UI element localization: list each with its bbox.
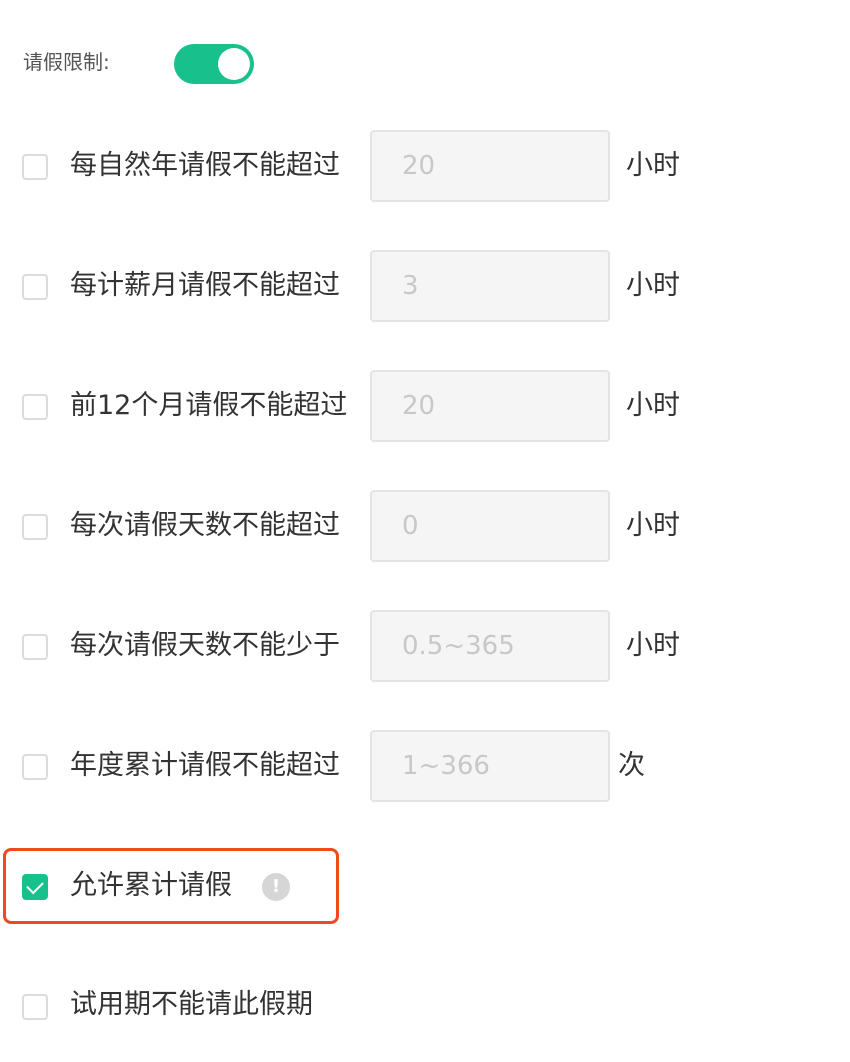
max-days-input[interactable] [370, 490, 610, 562]
probation-checkbox[interactable] [22, 994, 48, 1020]
pay-month-label: 每计薪月请假不能超过 [70, 270, 340, 301]
prev-12-months-unit: 小时 [626, 390, 680, 421]
natural-year-unit: 小时 [626, 150, 680, 181]
limit-row-min-days-per-request: 每次请假天数不能少于 小时 [0, 610, 850, 682]
limit-row-max-days-per-request: 每次请假天数不能超过 小时 [0, 490, 850, 562]
toggle-knob [218, 48, 250, 80]
max-days-unit: 小时 [626, 510, 680, 541]
limit-row-natural-year: 每自然年请假不能超过 小时 [0, 130, 850, 202]
min-days-label: 每次请假天数不能少于 [70, 630, 340, 661]
annual-count-checkbox[interactable] [22, 754, 48, 780]
min-days-unit: 小时 [626, 630, 680, 661]
annual-count-input[interactable] [370, 730, 610, 802]
probation-label: 试用期不能请此假期 [70, 989, 313, 1020]
leave-limit-toggle[interactable] [174, 44, 254, 84]
natural-year-label: 每自然年请假不能超过 [70, 150, 340, 181]
prev-12-months-label: 前12个月请假不能超过 [70, 390, 348, 421]
allow-cumulative-label: 允许累计请假 [70, 870, 232, 901]
prev-12-months-hours-input[interactable] [370, 370, 610, 442]
limit-row-prev-12-months: 前12个月请假不能超过 小时 [0, 370, 850, 442]
min-days-input[interactable] [370, 610, 610, 682]
exclamation-circle-icon[interactable]: ! [262, 873, 290, 901]
allow-cumulative-checkbox[interactable] [22, 874, 48, 900]
max-days-label: 每次请假天数不能超过 [70, 510, 340, 541]
natural-year-hours-input[interactable] [370, 130, 610, 202]
limit-row-annual-count: 年度累计请假不能超过 次 [0, 730, 850, 802]
max-days-checkbox[interactable] [22, 514, 48, 540]
leave-limit-label: 请假限制: [23, 50, 110, 74]
annual-count-label: 年度累计请假不能超过 [70, 750, 340, 781]
prev-12-months-checkbox[interactable] [22, 394, 48, 420]
pay-month-hours-input[interactable] [370, 250, 610, 322]
pay-month-checkbox[interactable] [22, 274, 48, 300]
check-icon [26, 876, 44, 895]
limit-row-pay-month: 每计薪月请假不能超过 小时 [0, 250, 850, 322]
annual-count-unit: 次 [618, 750, 645, 781]
pay-month-unit: 小时 [626, 270, 680, 301]
min-days-checkbox[interactable] [22, 634, 48, 660]
natural-year-checkbox[interactable] [22, 154, 48, 180]
